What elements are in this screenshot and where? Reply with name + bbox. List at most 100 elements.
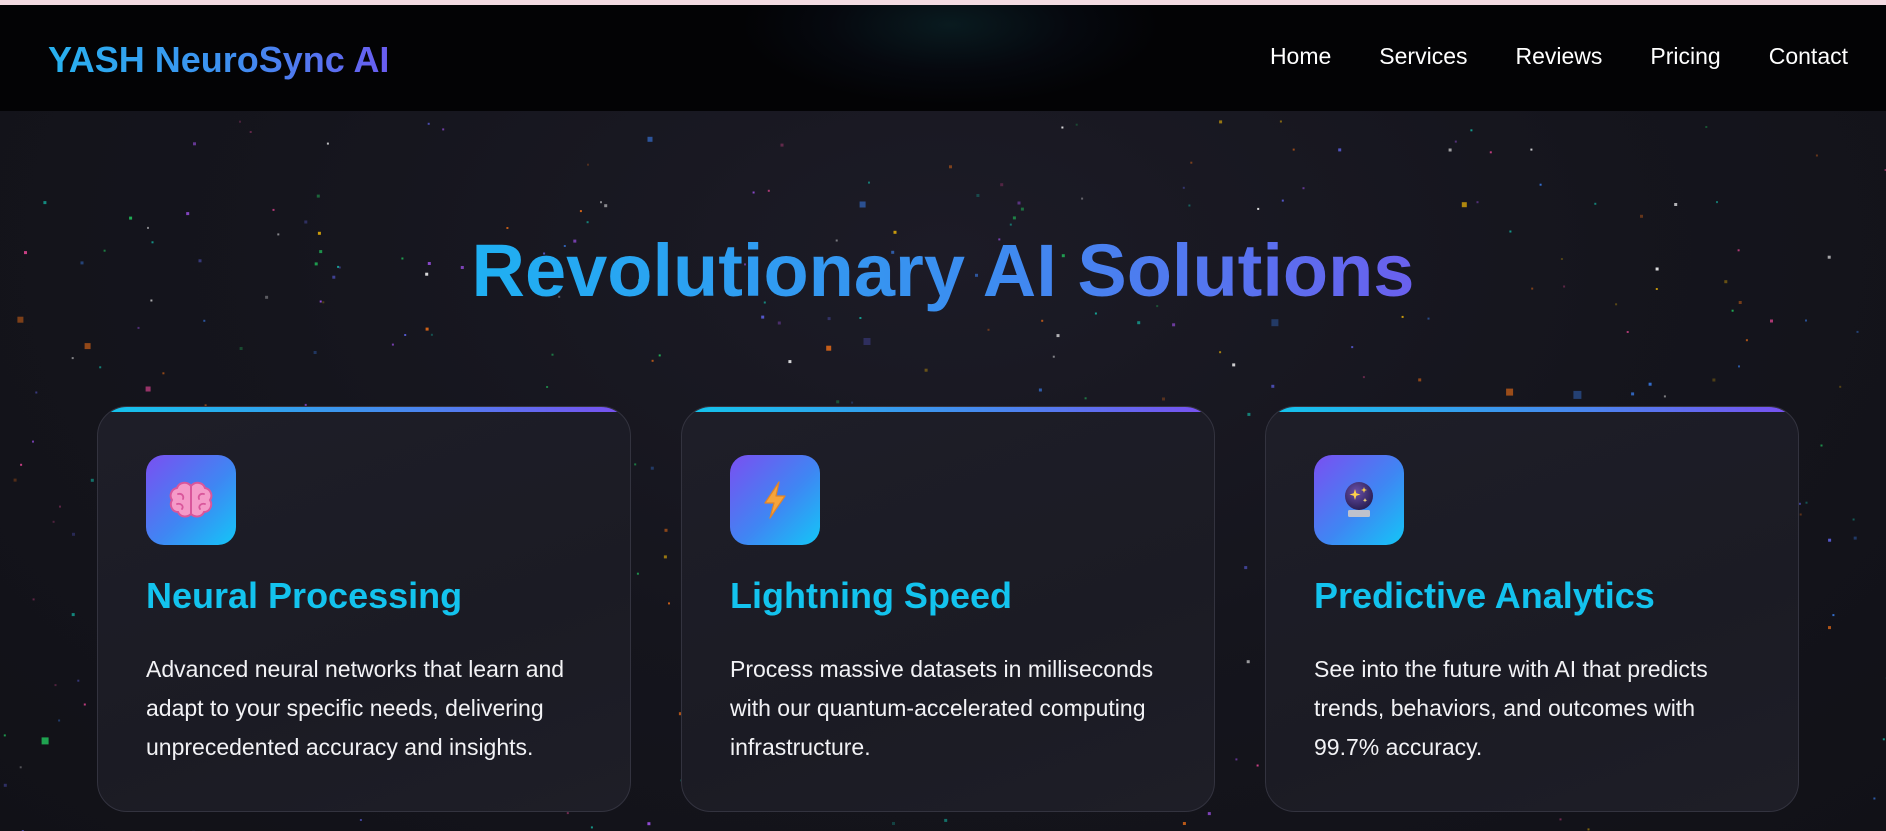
nav-link-services[interactable]: Services — [1379, 43, 1467, 70]
particle — [1162, 397, 1165, 401]
particle — [1631, 392, 1635, 396]
particle — [664, 528, 668, 532]
particle — [1828, 626, 1831, 630]
particle — [1247, 412, 1251, 416]
particle — [427, 122, 430, 125]
particle — [636, 572, 639, 575]
feature-card-predictive-analytics[interactable]: Predictive Analytics See into the future… — [1265, 406, 1799, 812]
brand-logo[interactable]: YASH NeuroSync AI — [48, 39, 389, 81]
particle — [1799, 513, 1802, 516]
particle — [71, 357, 74, 360]
particle — [391, 343, 394, 346]
particle — [239, 347, 243, 350]
particle — [651, 359, 654, 362]
particle — [777, 321, 781, 325]
particle — [326, 142, 329, 145]
particle — [650, 466, 654, 470]
particle — [1461, 202, 1467, 208]
particle — [1745, 339, 1748, 342]
particle — [1573, 390, 1582, 399]
particle — [1798, 502, 1801, 505]
particle — [137, 326, 140, 329]
particle — [1856, 330, 1859, 333]
particle — [1056, 334, 1060, 338]
particle — [863, 338, 871, 345]
particle — [1246, 660, 1250, 664]
particle — [827, 317, 831, 321]
particle — [1271, 384, 1275, 388]
particle — [203, 319, 206, 322]
particle — [1805, 501, 1808, 504]
feature-card-lightning-speed[interactable]: Lightning Speed Process massive datasets… — [681, 406, 1215, 812]
particle — [17, 316, 24, 323]
crystal-ball-icon — [1345, 482, 1373, 517]
brain-icon — [169, 481, 213, 518]
particle — [1182, 186, 1185, 189]
feature-title: Neural Processing — [146, 575, 463, 616]
particle — [1454, 140, 1457, 143]
particle — [663, 555, 667, 559]
particle — [32, 598, 35, 601]
particle — [193, 142, 196, 146]
particle — [1418, 378, 1422, 382]
particle — [1852, 518, 1855, 521]
particle — [58, 719, 61, 722]
particle — [600, 201, 602, 204]
services-section: Revolutionary AI Solutions Neural Proces… — [0, 111, 1886, 831]
particle — [604, 204, 608, 208]
nav-link-reviews[interactable]: Reviews — [1516, 43, 1603, 70]
particle — [1207, 812, 1211, 816]
particle — [145, 386, 151, 392]
particle — [1000, 183, 1004, 187]
particle — [1232, 363, 1236, 367]
feature-title: Lightning Speed — [730, 575, 1012, 616]
particle — [90, 478, 94, 482]
particle — [1190, 161, 1193, 164]
feature-icon-badge — [146, 455, 236, 545]
particle — [1017, 201, 1021, 205]
particle — [1427, 317, 1430, 320]
particle — [1587, 828, 1590, 831]
particle — [43, 201, 47, 205]
feature-description: Process massive datasets in milliseconds… — [730, 656, 1154, 760]
particle — [551, 353, 554, 356]
nav-link-contact[interactable]: Contact — [1769, 43, 1848, 70]
particle — [658, 354, 661, 357]
particle — [316, 194, 320, 198]
particle — [1559, 818, 1562, 821]
feature-icon-badge — [730, 455, 820, 545]
particle — [313, 351, 317, 354]
particle — [41, 737, 49, 745]
feature-card-neural-processing[interactable]: Neural Processing Advanced neural networ… — [97, 406, 631, 812]
particle — [892, 822, 895, 825]
particle — [404, 334, 407, 336]
particle — [868, 181, 870, 184]
particle — [1832, 614, 1835, 617]
particle — [1219, 351, 1222, 354]
particle — [1470, 129, 1473, 132]
particle — [1020, 207, 1024, 211]
particle — [752, 191, 755, 194]
particle — [1770, 319, 1773, 323]
particle — [249, 131, 252, 133]
particle — [32, 440, 34, 443]
particle — [987, 328, 990, 331]
particle — [1271, 319, 1279, 327]
particle — [1712, 378, 1716, 382]
particle — [1839, 385, 1842, 388]
particle — [1075, 123, 1078, 126]
nav-link-home[interactable]: Home — [1270, 43, 1331, 70]
nav-link-pricing[interactable]: Pricing — [1650, 43, 1720, 70]
particle — [1041, 319, 1044, 322]
particle — [162, 372, 165, 375]
feature-description: Advanced neural networks that learn and … — [146, 656, 565, 760]
particle — [1815, 154, 1818, 157]
particle — [1506, 388, 1514, 396]
particle — [826, 345, 832, 351]
particle — [546, 386, 549, 388]
particle — [1640, 214, 1643, 218]
particle — [442, 128, 445, 131]
particle — [1188, 204, 1191, 207]
particle — [54, 684, 57, 687]
particle — [1061, 126, 1064, 129]
